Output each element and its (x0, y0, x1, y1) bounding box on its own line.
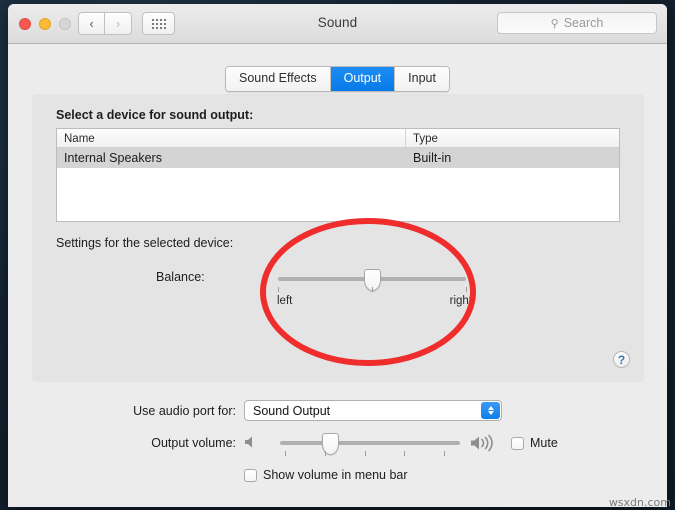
watermark: wsxdn.com (608, 496, 671, 509)
table-header-row: Name Type (57, 129, 619, 148)
output-settings-panel: Select a device for sound output: Name T… (32, 94, 644, 382)
bottom-controls: Use audio port for: Sound Output Output … (8, 392, 667, 502)
preferences-window: ‹ › Sound ⚲ Search Sound Effects Output … (8, 4, 667, 507)
show-volume-label: Show volume in menu bar (263, 468, 408, 482)
balance-label: Balance: (156, 270, 205, 284)
speaker-high-icon (470, 433, 500, 458)
output-volume-slider[interactable] (280, 433, 460, 459)
balance-right-label: right (449, 295, 472, 307)
search-input[interactable]: ⚲ Search (497, 12, 657, 34)
volume-slider-ticks (280, 451, 460, 457)
column-header-type[interactable]: Type (406, 129, 619, 147)
audio-port-select[interactable]: Sound Output (244, 400, 502, 421)
speaker-low-icon (242, 433, 260, 456)
cell-device-type: Built-in (413, 151, 452, 165)
output-volume-label: Output volume: (151, 436, 236, 450)
volume-slider-track[interactable] (280, 441, 460, 445)
show-volume-row: Show volume in menu bar (8, 468, 667, 490)
show-volume-control[interactable]: Show volume in menu bar (244, 468, 408, 482)
chevron-updown-icon[interactable] (481, 402, 500, 419)
cell-device-name: Internal Speakers (64, 151, 162, 165)
mute-label: Mute (530, 436, 558, 450)
show-volume-checkbox[interactable] (244, 468, 257, 482)
device-table[interactable]: Name Type Internal Speakers Built-in (56, 128, 620, 222)
window-titlebar: ‹ › Sound ⚲ Search (8, 4, 667, 44)
audio-port-row: Use audio port for: Sound Output (8, 400, 667, 424)
audio-port-selected-value: Sound Output (253, 403, 331, 418)
select-device-label: Select a device for sound output: (56, 108, 254, 122)
search-icon: ⚲ (550, 17, 559, 30)
tab-sound-effects[interactable]: Sound Effects (226, 67, 331, 91)
balance-slider[interactable]: left right (277, 268, 472, 312)
balance-slider-ticks (278, 287, 467, 293)
settings-for-device-label: Settings for the selected device: (56, 236, 234, 250)
mute-checkbox[interactable] (511, 436, 524, 450)
tab-input[interactable]: Input (395, 67, 449, 91)
balance-row: Balance: left right (32, 268, 644, 318)
column-header-name[interactable]: Name (57, 129, 406, 147)
tab-output[interactable]: Output (330, 67, 396, 91)
table-row[interactable]: Internal Speakers Built-in (57, 148, 619, 168)
mute-control[interactable]: Mute (511, 436, 558, 450)
search-placeholder: Search (563, 16, 604, 30)
audio-port-label: Use audio port for: (133, 404, 236, 418)
balance-left-label: left (277, 295, 293, 307)
help-icon[interactable]: ? (613, 351, 630, 368)
output-volume-row: Output volume: Mute (8, 432, 667, 462)
tab-bar: Sound Effects Output Input (8, 66, 667, 92)
